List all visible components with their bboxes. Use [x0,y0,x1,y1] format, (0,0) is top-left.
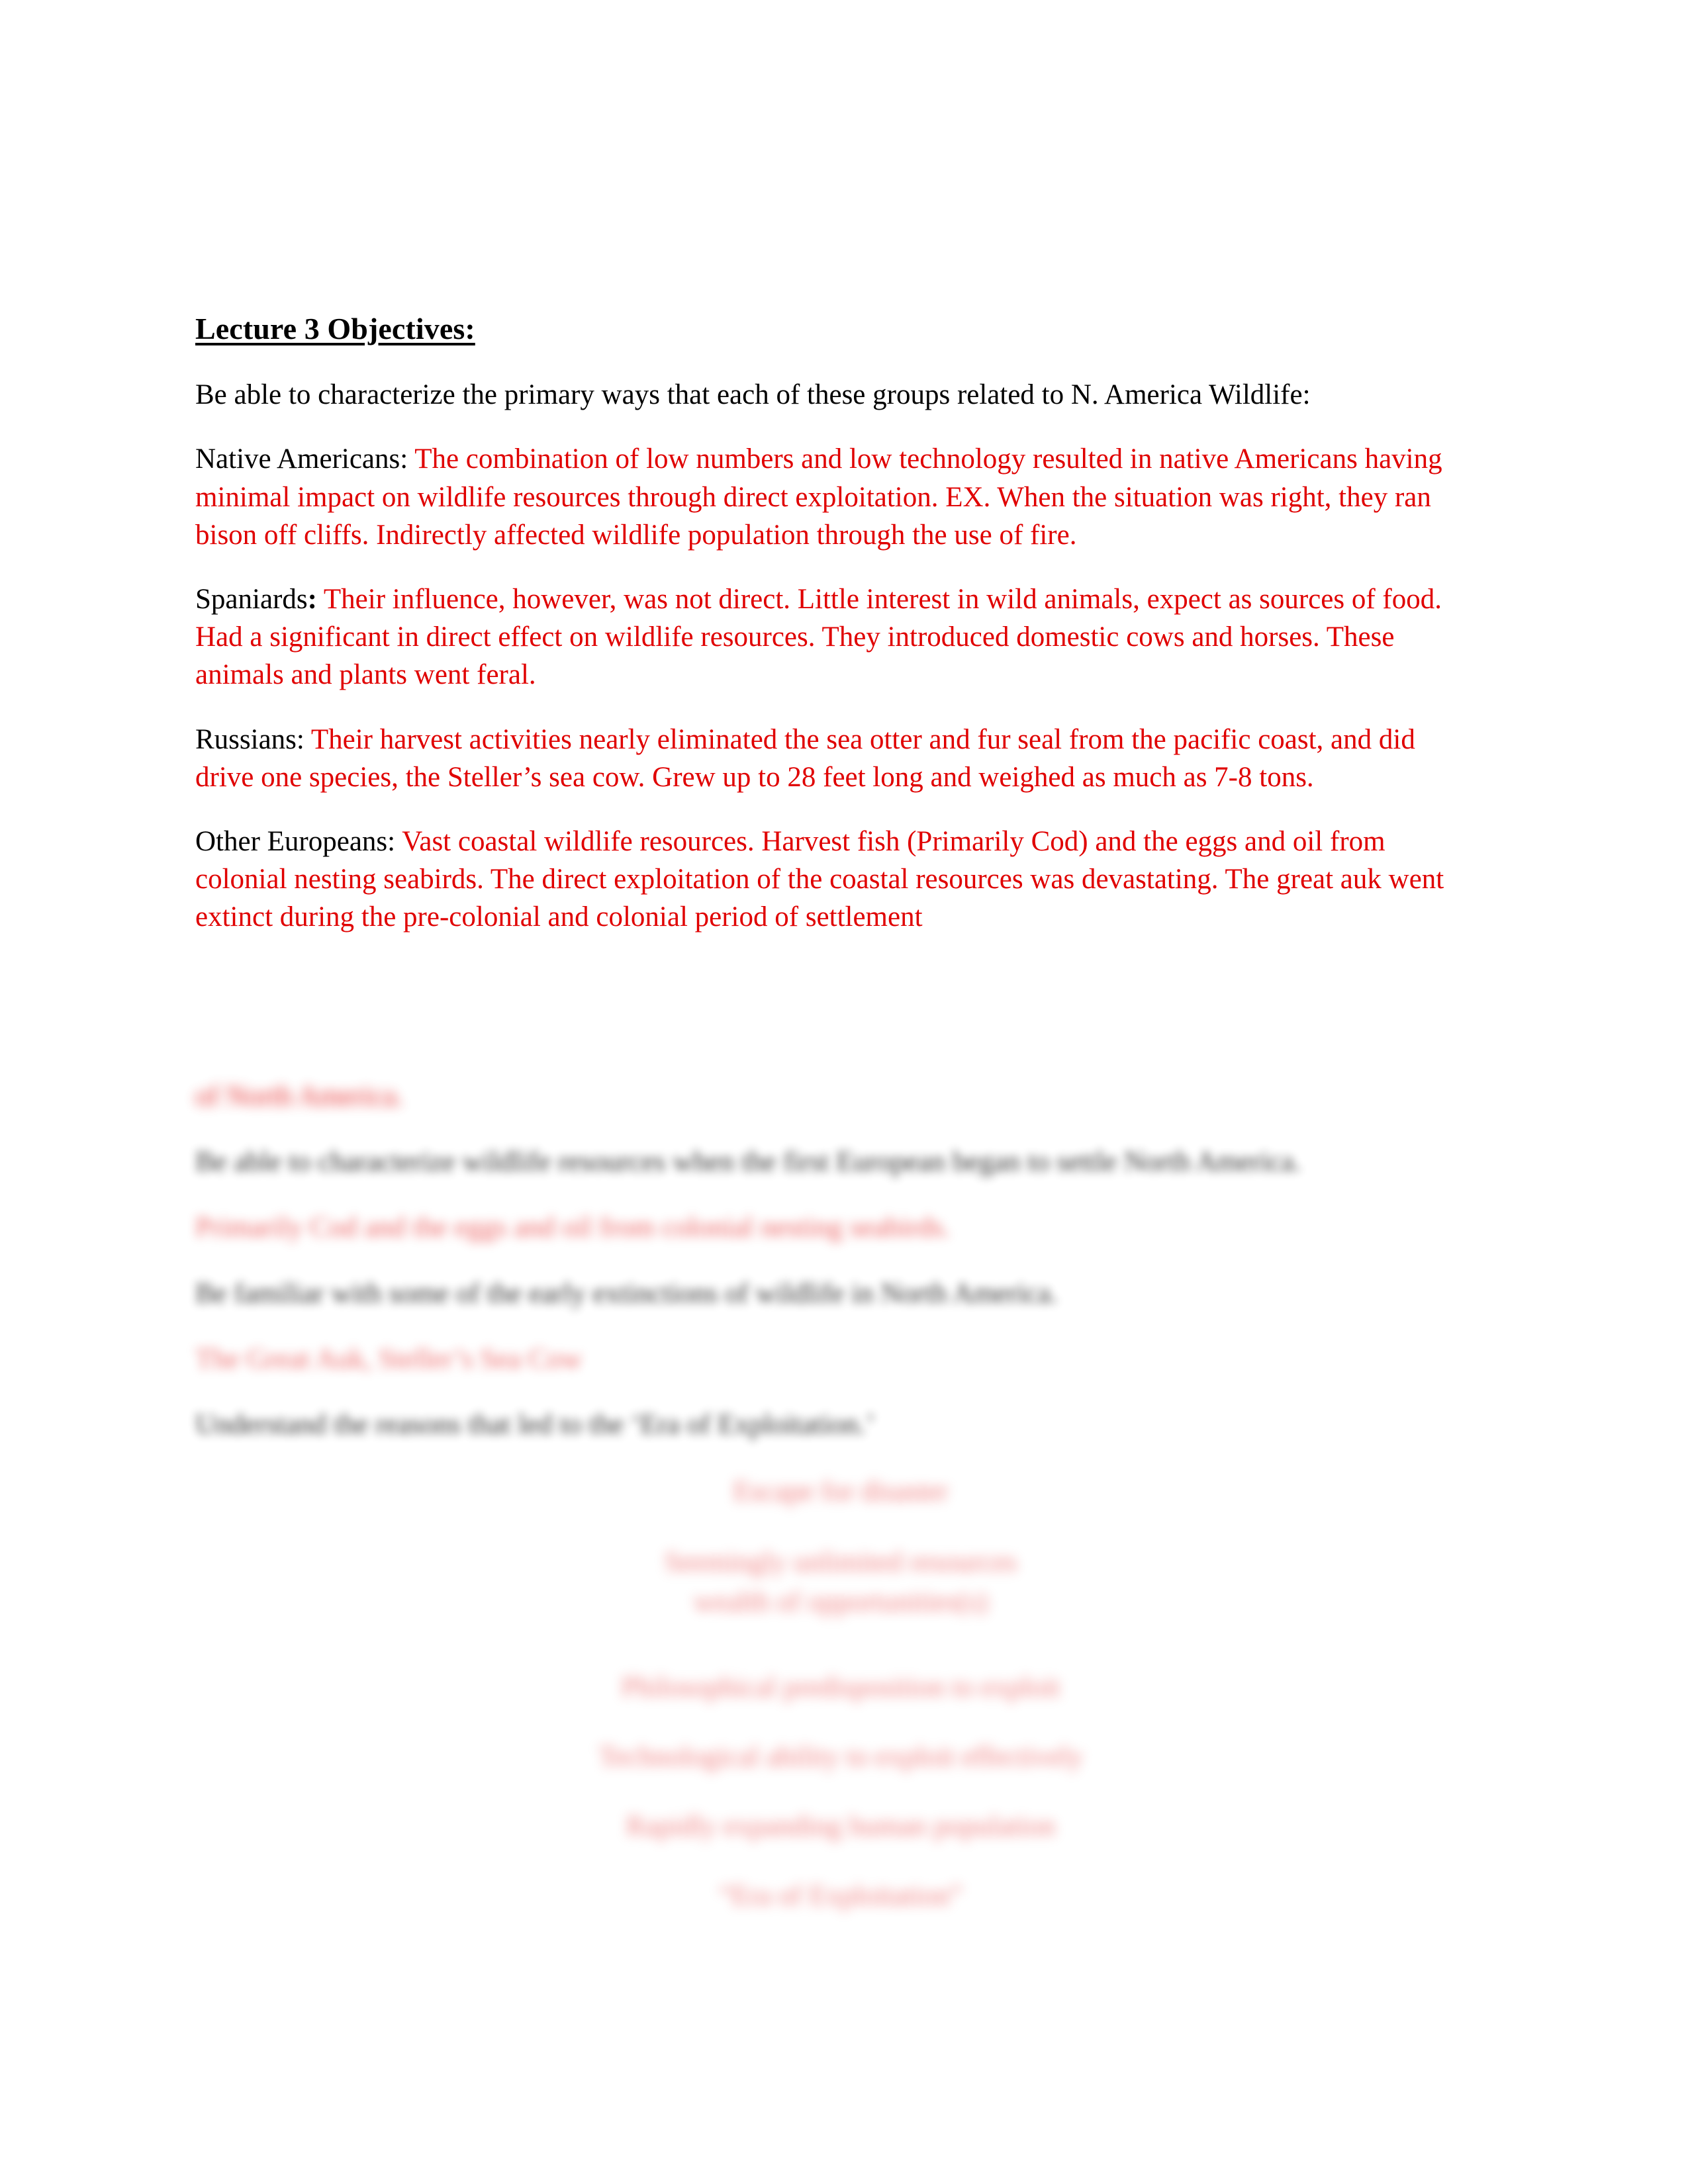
entry-label-native-americans: Native Americans: [195,443,408,475]
blurred-line-objective-early-extinctions: Be familiar with some of the early extin… [195,1277,1058,1309]
centered-line-escape-for-disaster: Escape for disaster [733,1476,949,1508]
blurred-section: of North America. Be able to characteriz… [195,1077,1486,1915]
intro-paragraph: Be able to characterize the primary ways… [195,379,1311,411]
blurred-centered-list: Escape for disaster Seemingly unlimited … [195,1473,1486,1915]
entry-label-other-europeans: Other Europeans: [195,825,396,857]
centered-line-technological-ability: Technological ability to exploit effecti… [598,1741,1083,1772]
document-page: Lecture 3 Objectives: Be able to charact… [0,0,1688,2184]
page-title: Lecture 3 Objectives: [195,312,475,345]
entry-label-spaniards-colon: : [307,584,317,615]
blurred-line-answer-great-auk: The Great Auk, Steller’s Sea Cow [195,1343,583,1375]
entry-answer-russians: Their harvest activities nearly eliminat… [195,723,1415,793]
blurred-line-answer-primarily-cod: Primarily Cod and the eggs and oil from … [195,1212,951,1244]
centered-line-wealth-of-opportunities: wealth of opportunities(s) [693,1586,988,1617]
blurred-line-objective-era-of-exploitation: Understand the reasons that led to the ‘… [195,1408,875,1440]
entry-label-russians: Russians: [195,723,305,755]
entry-russians: Russians: Their harvest activities nearl… [195,721,1470,796]
blurred-line-objective-characterize-resources: Be able to characterize wildlife resourc… [195,1146,1301,1178]
entry-native-americans: Native Americans: The combination of low… [195,440,1470,554]
centered-line-philosophical-predisposition: Philosophical predisposition to exploit [621,1671,1060,1703]
blurred-line-of-north-america: of North America. [195,1081,404,1112]
centered-line-unlimited-resources: Seemingly unlimited resources [664,1547,1017,1578]
document-body: Lecture 3 Objectives: Be able to charact… [195,311,1470,963]
entry-other-europeans: Other Europeans: Vast coastal wildlife r… [195,823,1470,936]
entry-label-spaniards: Spaniards [195,584,308,615]
centered-line-expanding-population: Rapidly expanding human population [626,1811,1056,1843]
entry-spaniards: Spaniards: Their influence, however, was… [195,580,1470,694]
centered-line-era-of-exploitation: “Era of Exploitation” [719,1880,962,1912]
entry-answer-spaniards: Their influence, however, was not direct… [195,584,1442,691]
